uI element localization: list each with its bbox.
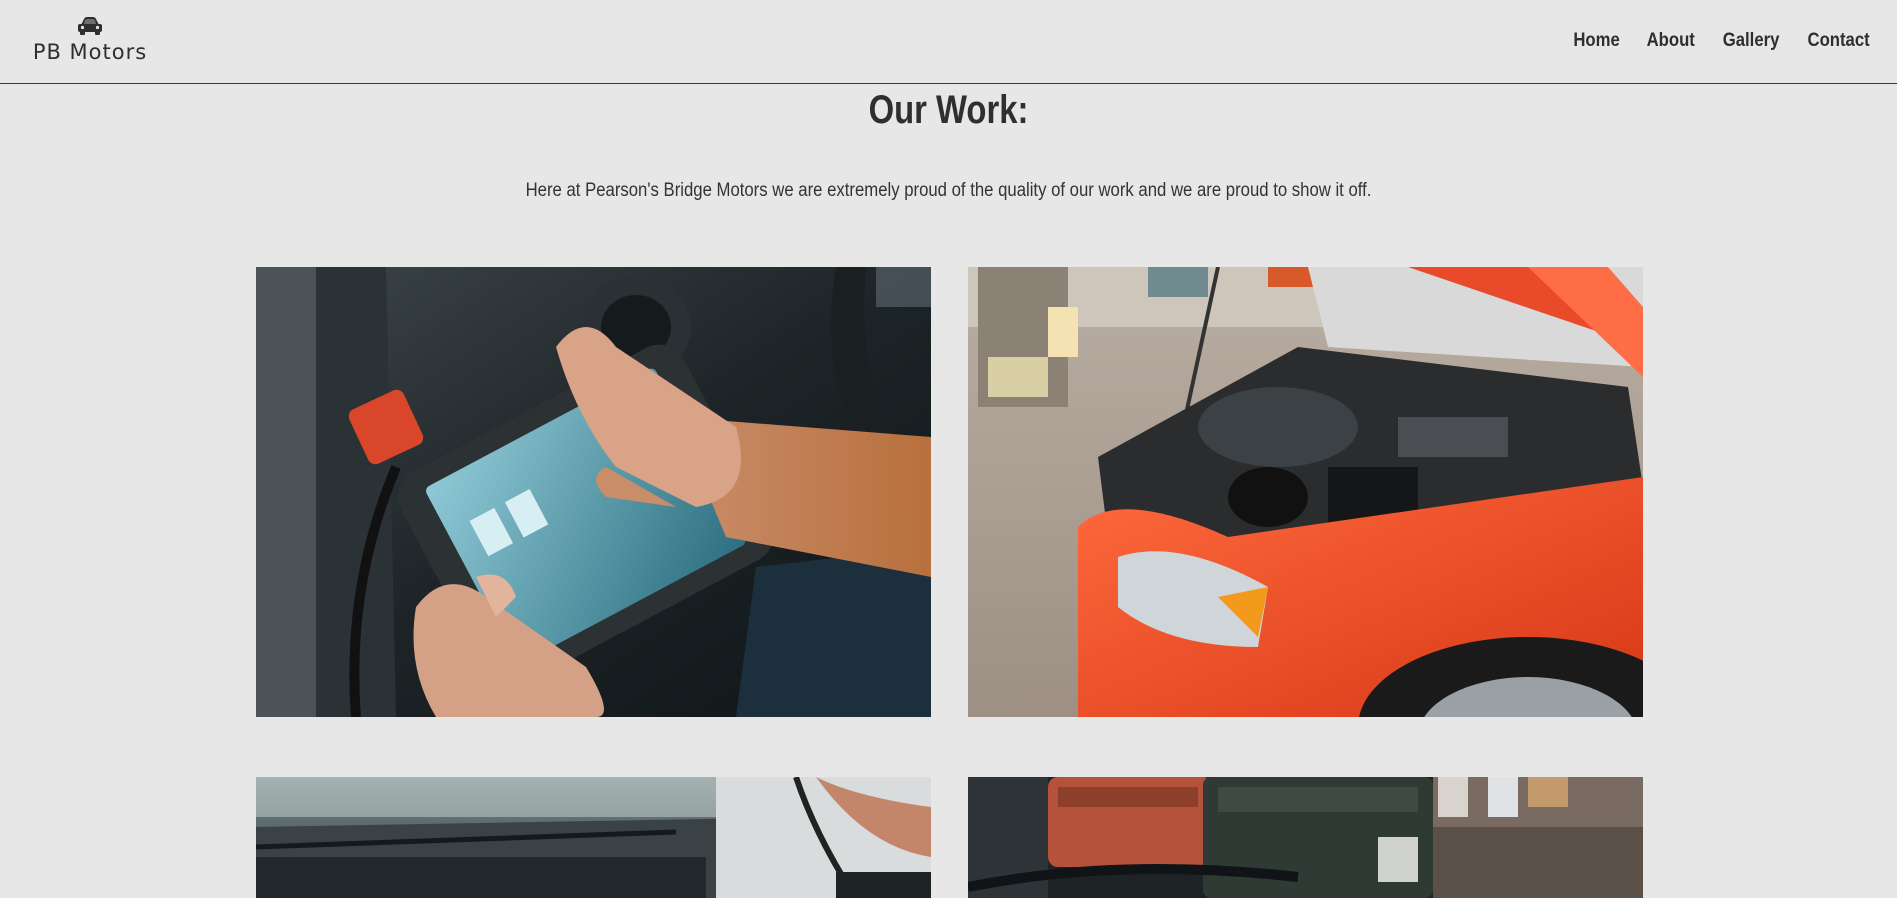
engine-bay-photo [256,777,931,898]
brand-logo[interactable]: PB Motors [20,16,160,64]
diagnostic-tablet-photo [256,267,931,717]
toolboxes-photo [968,777,1643,898]
gallery-image-engine-bay[interactable] [256,777,931,898]
gallery-image-open-hood-car[interactable] [968,267,1643,717]
intro-text: Here at Pearson's Bridge Motors we are e… [525,180,1372,201]
main-nav: Home About Gallery Contact [1567,30,1870,52]
nav-gallery[interactable]: Gallery [1723,30,1780,52]
nav-contact[interactable]: Contact [1808,30,1870,52]
brand-name: PB Motors [32,40,148,64]
nav-home[interactable]: Home [1573,30,1619,52]
car-icon [78,17,102,35]
nav-about[interactable]: About [1647,30,1695,52]
gallery-image-diagnostic-tablet[interactable] [256,267,931,717]
site-header: PB Motors Home About Gallery Contact [0,0,1897,84]
page-title: Our Work: [868,88,1029,132]
gallery-image-toolboxes[interactable] [968,777,1643,898]
open-hood-car-photo [968,267,1643,717]
